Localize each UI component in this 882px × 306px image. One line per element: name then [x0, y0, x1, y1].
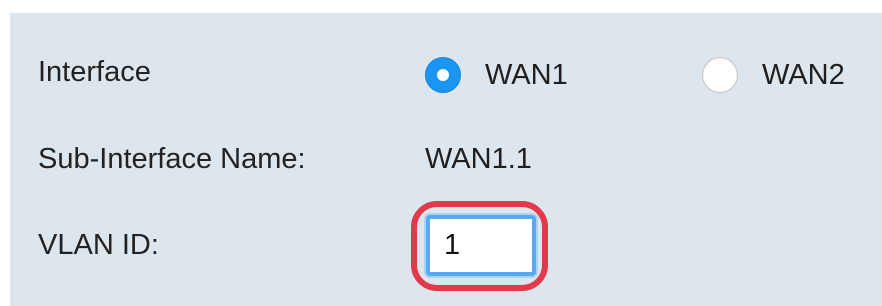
radio-wan2-label[interactable]: WAN2	[762, 59, 845, 92]
screenshot-frame: Interface WAN1 WAN2 Sub-Interface Name: …	[0, 0, 882, 306]
radio-wan1-label[interactable]: WAN1	[485, 59, 568, 92]
interface-option-wan1[interactable]: WAN1	[425, 57, 568, 93]
interface-label: Interface	[38, 56, 151, 88]
subinterface-name-label: Sub-Interface Name:	[38, 143, 306, 175]
subinterface-name-value: WAN1.1	[425, 143, 532, 175]
interface-option-wan2[interactable]: WAN2	[702, 57, 845, 93]
radio-wan1[interactable]	[425, 57, 461, 93]
radio-wan2[interactable]	[702, 57, 738, 93]
vlan-id-input[interactable]	[426, 215, 536, 276]
vlan-id-label: VLAN ID:	[38, 229, 159, 261]
